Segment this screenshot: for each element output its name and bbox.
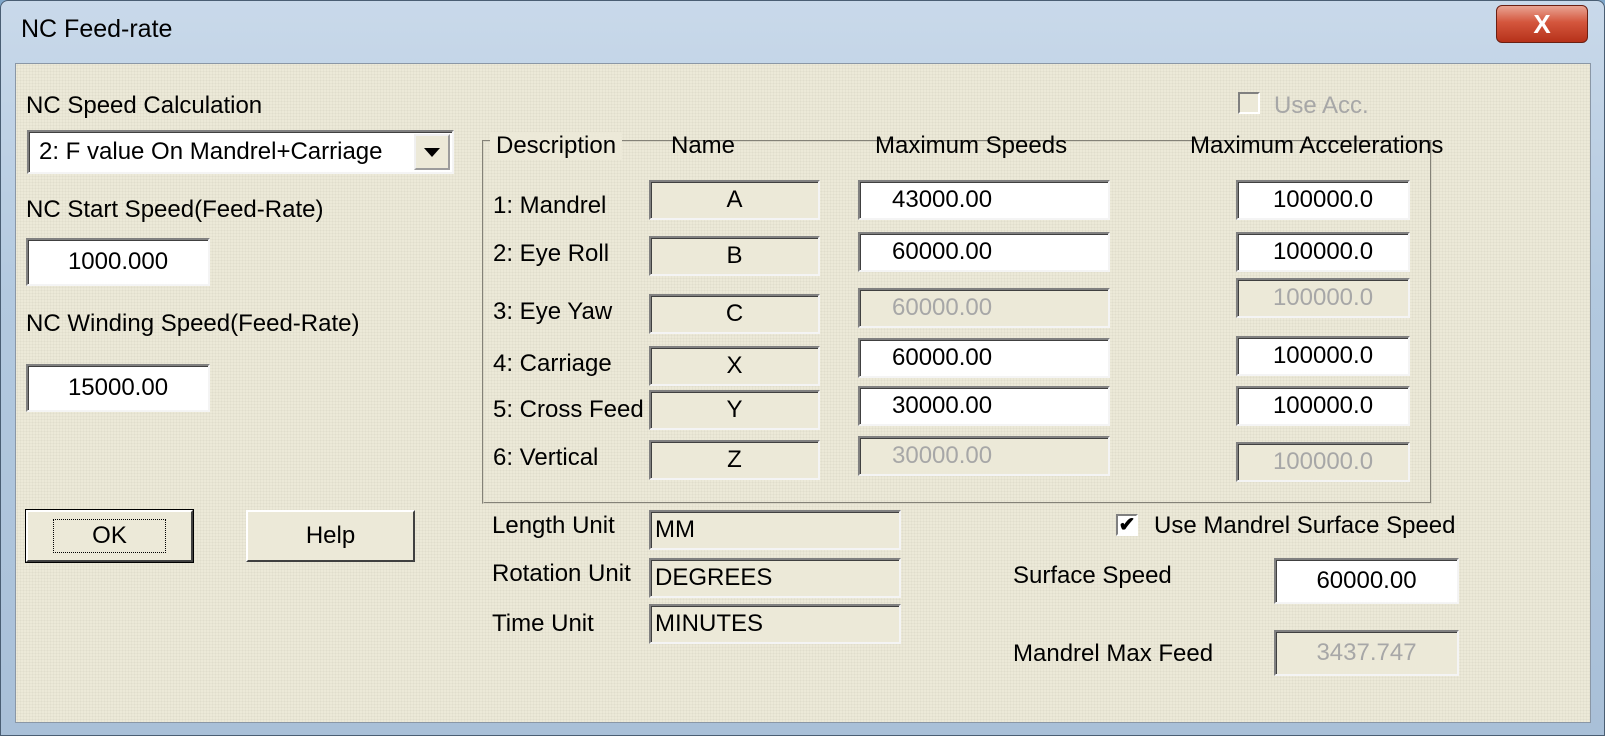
help-button-label: Help <box>305 522 356 549</box>
time-unit-field: MINUTES <box>649 604 901 644</box>
ok-button-label: OK <box>53 519 166 553</box>
window-title: NC Feed-rate <box>21 15 173 43</box>
dialog-client-area: NC Speed Calculation 2: F value On Mandr… <box>15 63 1591 723</box>
surface-speed-label: Surface Speed <box>1013 562 1172 589</box>
axis-max-speed-input[interactable]: 60000.00 <box>858 232 1110 272</box>
speed-calculation-dropdown[interactable]: 2: F value On Mandrel+Carriage <box>27 130 454 174</box>
start-speed-input[interactable]: 1000.000 <box>26 238 210 286</box>
surface-speed-input[interactable]: 60000.00 <box>1274 558 1459 604</box>
help-button[interactable]: Help <box>246 510 415 562</box>
axis-max-speed-input[interactable]: 60000.00 <box>858 338 1110 378</box>
axis-name-field: X <box>649 346 820 386</box>
length-unit-field: MM <box>649 510 901 550</box>
checkmark-icon: ✔ <box>1118 514 1136 536</box>
use-mandrel-surface-checkbox[interactable]: ✔ <box>1116 514 1138 536</box>
rotation-unit-field: DEGREES <box>649 558 901 598</box>
dialog-window: NC Feed-rate X NC Speed Calculation 2: F… <box>0 0 1605 736</box>
axis-row-description: 2: Eye Roll <box>493 240 610 267</box>
name-header: Name <box>671 132 736 159</box>
axis-name-field: B <box>649 236 820 276</box>
speed-calculation-label: NC Speed Calculation <box>26 92 263 119</box>
rotation-unit-label: Rotation Unit <box>492 560 631 587</box>
chevron-down-icon <box>424 147 440 157</box>
axis-name-field: C <box>649 294 820 334</box>
mandrel-max-feed-field: 3437.747 <box>1274 630 1459 676</box>
use-mandrel-surface-label: Use Mandrel Surface Speed <box>1154 512 1456 539</box>
speed-calculation-value[interactable]: 2: F value On Mandrel+Carriage <box>27 130 454 174</box>
axis-row-description: 3: Eye Yaw <box>493 298 613 325</box>
start-speed-label: NC Start Speed(Feed-Rate) <box>26 196 324 223</box>
axis-name-field: A <box>649 180 820 220</box>
axis-max-accel-input[interactable]: 100000.0 <box>1236 232 1410 272</box>
axis-max-speed-input[interactable]: 43000.00 <box>858 180 1110 220</box>
close-icon: X <box>1533 8 1551 39</box>
description-header: Description <box>490 132 623 160</box>
ok-button[interactable]: OK <box>25 509 194 563</box>
use-acc-checkbox <box>1238 92 1260 114</box>
axis-row-description: 1: Mandrel <box>493 192 607 219</box>
mandrel-max-feed-label: Mandrel Max Feed <box>1013 640 1214 667</box>
use-acc-label: Use Acc. <box>1274 92 1369 119</box>
axis-max-speed-input: 30000.00 <box>858 436 1110 476</box>
axis-row-description: 4: Carriage <box>493 350 612 377</box>
axis-max-speed-input[interactable]: 30000.00 <box>858 386 1110 426</box>
axis-max-accel-input: 100000.0 <box>1236 278 1410 318</box>
axis-max-accel-input: 100000.0 <box>1236 442 1410 482</box>
dropdown-arrow-button[interactable] <box>414 134 450 170</box>
winding-speed-input[interactable]: 15000.00 <box>26 364 210 412</box>
time-unit-label: Time Unit <box>492 610 594 637</box>
axis-max-speed-input: 60000.00 <box>858 288 1110 328</box>
axis-max-accel-input[interactable]: 100000.0 <box>1236 336 1410 376</box>
axis-row-description: 6: Vertical <box>493 444 599 471</box>
axis-max-accel-input[interactable]: 100000.0 <box>1236 386 1410 426</box>
max-accels-header: Maximum Accelerations <box>1190 132 1444 159</box>
axis-name-field: Z <box>649 440 820 480</box>
axis-row-description: 5: Cross Feed <box>493 396 644 423</box>
axis-name-field: Y <box>649 390 820 430</box>
winding-speed-label: NC Winding Speed(Feed-Rate) <box>26 310 360 337</box>
close-button[interactable]: X <box>1496 5 1588 43</box>
max-speeds-header: Maximum Speeds <box>875 132 1068 159</box>
axis-max-accel-input[interactable]: 100000.0 <box>1236 180 1410 220</box>
length-unit-label: Length Unit <box>492 512 615 539</box>
